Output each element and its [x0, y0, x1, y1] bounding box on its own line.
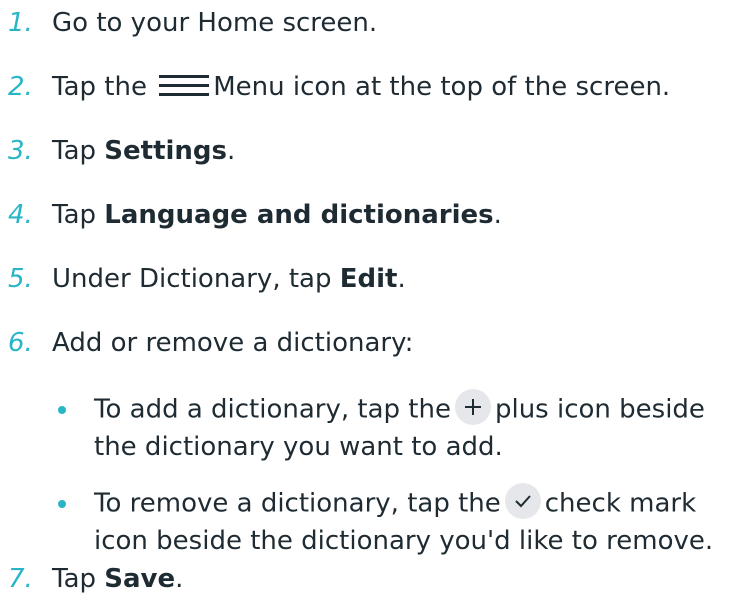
step-number: 2.: [8, 72, 33, 102]
step-punct: .: [175, 564, 184, 594]
bullet-text: plus icon beside: [494, 394, 705, 425]
step-punct: .: [227, 136, 236, 166]
bullet-line: To remove a dictionary, tap the check mar…: [94, 483, 697, 522]
step-text: Under Dictionary, tap: [52, 264, 340, 294]
language-dictionaries-label: Language and dictionaries: [104, 200, 494, 230]
bullet-line: icon beside the dictionary you'd like to…: [94, 524, 713, 558]
instructions-document: 1. Go to your Home screen. 2. Tap the Menu…: [0, 0, 750, 601]
step-3: 3. Tap Settings.: [8, 134, 235, 168]
step-text: Tap: [52, 136, 105, 166]
step-number: 7.: [8, 564, 33, 594]
step-text: Add or remove a dictionary:: [52, 328, 414, 358]
step-text: Menu icon at the top of the screen.: [213, 72, 671, 102]
bullet-line: To add a dictionary, tap the plus icon be…: [94, 389, 705, 428]
settings-label: Settings: [104, 136, 228, 166]
bullet-text: check mark: [544, 488, 697, 519]
step-5: 5. Under Dictionary, tap Edit.: [8, 262, 406, 296]
check-icon: [504, 483, 541, 519]
step-number: 5.: [8, 264, 33, 294]
bullet-line: the dictionary you want to add.: [94, 430, 503, 464]
bullet-dot: [58, 406, 66, 414]
menu-icon: [159, 73, 210, 99]
step-1: 1. Go to your Home screen.: [8, 6, 377, 40]
save-label: Save: [104, 564, 176, 594]
bullet-text: icon beside the dictionary you'd like to…: [94, 526, 714, 556]
step-6: 6. Add or remove a dictionary:: [8, 326, 413, 360]
bullet-text: To remove a dictionary, tap the: [94, 488, 501, 519]
step-punct: .: [493, 200, 502, 230]
bullet-text: the dictionary you want to add.: [94, 432, 503, 462]
step-number: 1.: [8, 8, 33, 38]
step-number: 3.: [8, 136, 33, 166]
step-text: Tap the: [52, 72, 147, 102]
step-2: 2. Tap the Menu icon at the top of the sc…: [8, 70, 670, 104]
step-number: 4.: [8, 200, 33, 230]
step-text: Go to your Home screen.: [52, 8, 378, 38]
step-4: 4. Tap Language and dictionaries.: [8, 198, 502, 232]
bullet-remove: To remove a dictionary, tap the check mar…: [58, 483, 738, 566]
bullet-add: To add a dictionary, tap the plus icon be…: [58, 389, 738, 472]
step-7: 7. Tap Save.: [8, 562, 183, 596]
bullet-dot: [58, 500, 66, 508]
step-text: Tap: [52, 564, 105, 594]
step-number: 6.: [8, 328, 33, 358]
plus-icon: [454, 389, 491, 425]
step-text: Tap: [52, 200, 105, 230]
step-punct: .: [397, 264, 406, 294]
edit-label: Edit: [339, 264, 398, 294]
bullet-text: To add a dictionary, tap the: [94, 394, 451, 425]
